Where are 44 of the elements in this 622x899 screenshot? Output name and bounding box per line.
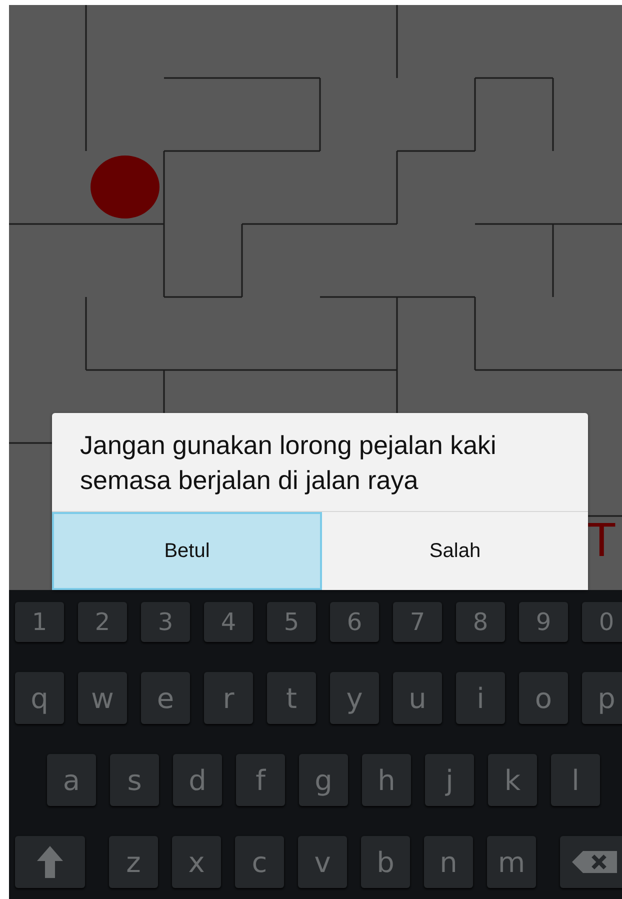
key[interactable]: n <box>424 836 473 888</box>
key[interactable]: x <box>172 836 221 888</box>
key[interactable]: l <box>551 754 600 806</box>
key[interactable]: 2 <box>78 602 127 642</box>
key[interactable]: 7 <box>393 602 442 642</box>
key[interactable]: k <box>488 754 537 806</box>
key[interactable]: h <box>362 754 411 806</box>
key[interactable]: c <box>235 836 284 888</box>
key[interactable]: q <box>15 672 64 724</box>
key[interactable]: t <box>267 672 316 724</box>
key[interactable]: p <box>582 672 622 724</box>
backspace-key[interactable] <box>560 836 622 888</box>
key[interactable]: a <box>47 754 96 806</box>
key[interactable]: g <box>299 754 348 806</box>
key[interactable]: 1 <box>15 602 64 642</box>
key[interactable]: s <box>110 754 159 806</box>
answer-button[interactable]: Betul <box>52 512 322 590</box>
key[interactable]: v <box>298 836 347 888</box>
key[interactable]: w <box>78 672 127 724</box>
key[interactable]: 9 <box>519 602 568 642</box>
ball[interactable] <box>90 155 160 219</box>
key[interactable]: m <box>487 836 536 888</box>
key[interactable]: z <box>109 836 158 888</box>
key[interactable]: i <box>456 672 505 724</box>
answer-button[interactable]: Salah <box>322 512 588 590</box>
key[interactable]: u <box>393 672 442 724</box>
key[interactable]: d <box>173 754 222 806</box>
key[interactable]: r <box>204 672 253 724</box>
key[interactable]: e <box>141 672 190 724</box>
backspace-icon <box>571 850 619 874</box>
key[interactable]: o <box>519 672 568 724</box>
key[interactable]: b <box>361 836 410 888</box>
up-arrow-icon <box>36 845 64 879</box>
key[interactable]: 6 <box>330 602 379 642</box>
key[interactable]: j <box>425 754 474 806</box>
key[interactable]: 8 <box>456 602 505 642</box>
shift-key[interactable] <box>15 836 85 888</box>
key[interactable]: 5 <box>267 602 316 642</box>
key[interactable]: 3 <box>141 602 190 642</box>
key[interactable]: 0 <box>582 602 622 642</box>
key[interactable]: 4 <box>204 602 253 642</box>
key[interactable]: y <box>330 672 379 724</box>
partial-letter: T <box>587 517 616 565</box>
key[interactable]: f <box>236 754 285 806</box>
